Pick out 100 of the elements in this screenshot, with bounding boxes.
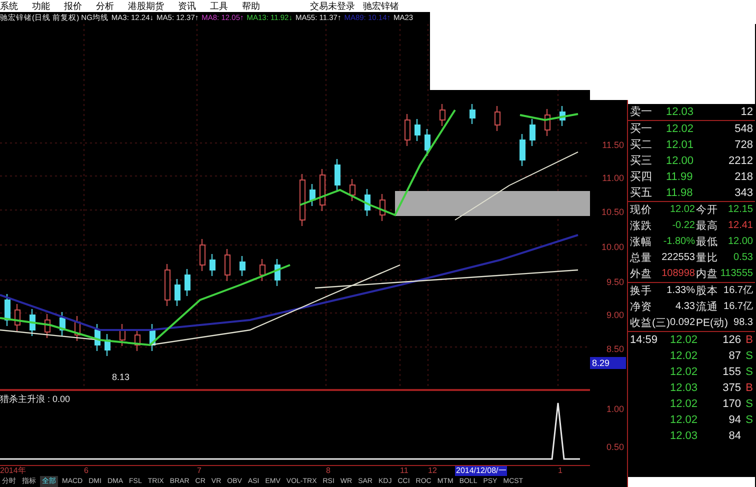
date-label: 6 [84,466,88,476]
date-cursor-label: 2014/12/08/一 [455,466,508,476]
stat-value: 0.53 [732,251,753,265]
candlestick [404,114,410,146]
cursor-price-label: 8.29 [590,357,626,369]
candlestick [310,184,316,206]
stat-value: 98.3 [732,316,753,330]
axis-label: 9.50 [606,276,624,289]
menu-item[interactable]: 功能 [32,0,50,12]
indicator-label: 猎杀主升浪 : 0.00 [0,393,70,406]
quote-price: 12.00 [666,154,695,169]
candlestick [380,194,386,222]
candlestick [120,324,126,346]
candlestick [240,256,246,276]
stat-label: 内盘 [696,267,718,282]
stat-label: 涨幅 [630,235,652,250]
trade-side: B [744,333,753,348]
stat-value: 12.00 [726,235,753,249]
trade-side: S [744,349,753,364]
quote-label: 买一 [630,122,653,137]
menu-item[interactable]: 报价 [64,0,82,12]
candlestick [274,258,280,286]
tick-price: 12.03 [670,429,699,444]
candlestick [14,304,20,332]
stat-value: 12.15 [726,203,753,217]
stat-value: -0.22 [671,219,695,233]
toolbar-link[interactable]: 驰宏锌锗 [363,0,399,12]
candlestick [560,106,566,126]
date-label: 12 [428,466,437,476]
menu-item[interactable]: 帮助 [242,0,260,12]
date-label: 11 [400,466,408,476]
stat-value: 16.7亿 [722,284,753,298]
stat-label: PE(动) [696,316,728,331]
stat-value: 108998 [660,267,695,281]
candlestick [44,314,50,338]
axis-label: 11.50 [602,139,624,152]
candlestick [494,106,500,132]
menu-item[interactable]: 分析 [96,0,114,12]
quote-label: 买四 [630,170,653,185]
stat-label: 外盘 [630,267,652,282]
tick-price: 12.02 [670,397,699,412]
tick-volume: 170 [722,397,741,412]
quote-volume: 218 [734,170,753,185]
axis-label: 0.50 [606,441,624,454]
date-label: 7 [197,466,202,476]
tick-price: 12.02 [670,365,699,380]
stat-value: 0.092 [670,316,696,330]
tick-volume: 155 [722,365,741,380]
candlestick [470,104,476,124]
menu-item[interactable]: 资讯 [178,0,196,12]
stat-label: 换手 [630,284,652,299]
candlestick [424,128,430,156]
candlestick [30,308,36,336]
moving-average-line [520,113,578,122]
candlestick [300,174,306,226]
stat-value: 1.33% [666,284,695,298]
candlestick [320,168,326,212]
toolbar-link[interactable]: 交易未登录 [310,0,355,12]
tick-volume: 126 [722,333,741,348]
stat-label: 总量 [630,251,652,266]
date-label: 8 [326,466,330,476]
axis-label: 9.00 [606,309,624,322]
candlestick [350,178,356,202]
low-price-label: 8.13 [112,371,130,384]
menu-item[interactable]: 港股期货 [128,0,164,12]
menu-item[interactable]: 系统 [0,0,18,12]
candlestick [364,188,370,216]
axis-label: 8.50 [606,343,624,356]
tick-price: 12.02 [670,333,699,348]
trade-side: S [744,365,753,380]
quote-label: 买三 [630,154,653,169]
stat-value: 16.7亿 [722,300,753,314]
candlestick [94,324,100,352]
quote-label: 卖一 [630,105,653,120]
tick-volume: 375 [722,381,741,396]
date-label: 2014年 [0,466,26,476]
tick-volume: 94 [728,413,741,428]
quote-label: 买二 [630,138,653,153]
stat-label: 净资 [630,300,652,315]
stat-value: 4.33 [674,300,695,314]
menu-item[interactable]: 工具 [210,0,228,12]
stat-label: 最低 [696,235,718,250]
quote-volume: 728 [734,138,753,153]
stat-label: 最高 [696,219,718,234]
quote-label: 买五 [630,186,653,201]
stat-value: 12.41 [726,219,753,233]
stat-label: 收益(三) [630,316,670,331]
trade-side: S [744,413,753,428]
stat-label: 流通 [696,300,718,315]
candlestick [260,258,266,282]
candlestick [414,118,420,142]
stat-value: 113555 [719,267,753,281]
axis-label: 10.50 [601,206,624,219]
candlestick [440,104,446,126]
date-label: 1 [558,466,562,476]
stat-label: 股本 [696,284,718,299]
candlestick [210,254,216,276]
quote-price: 11.98 [666,186,694,201]
candlestick [334,158,340,192]
quote-price: 12.01 [666,138,695,153]
